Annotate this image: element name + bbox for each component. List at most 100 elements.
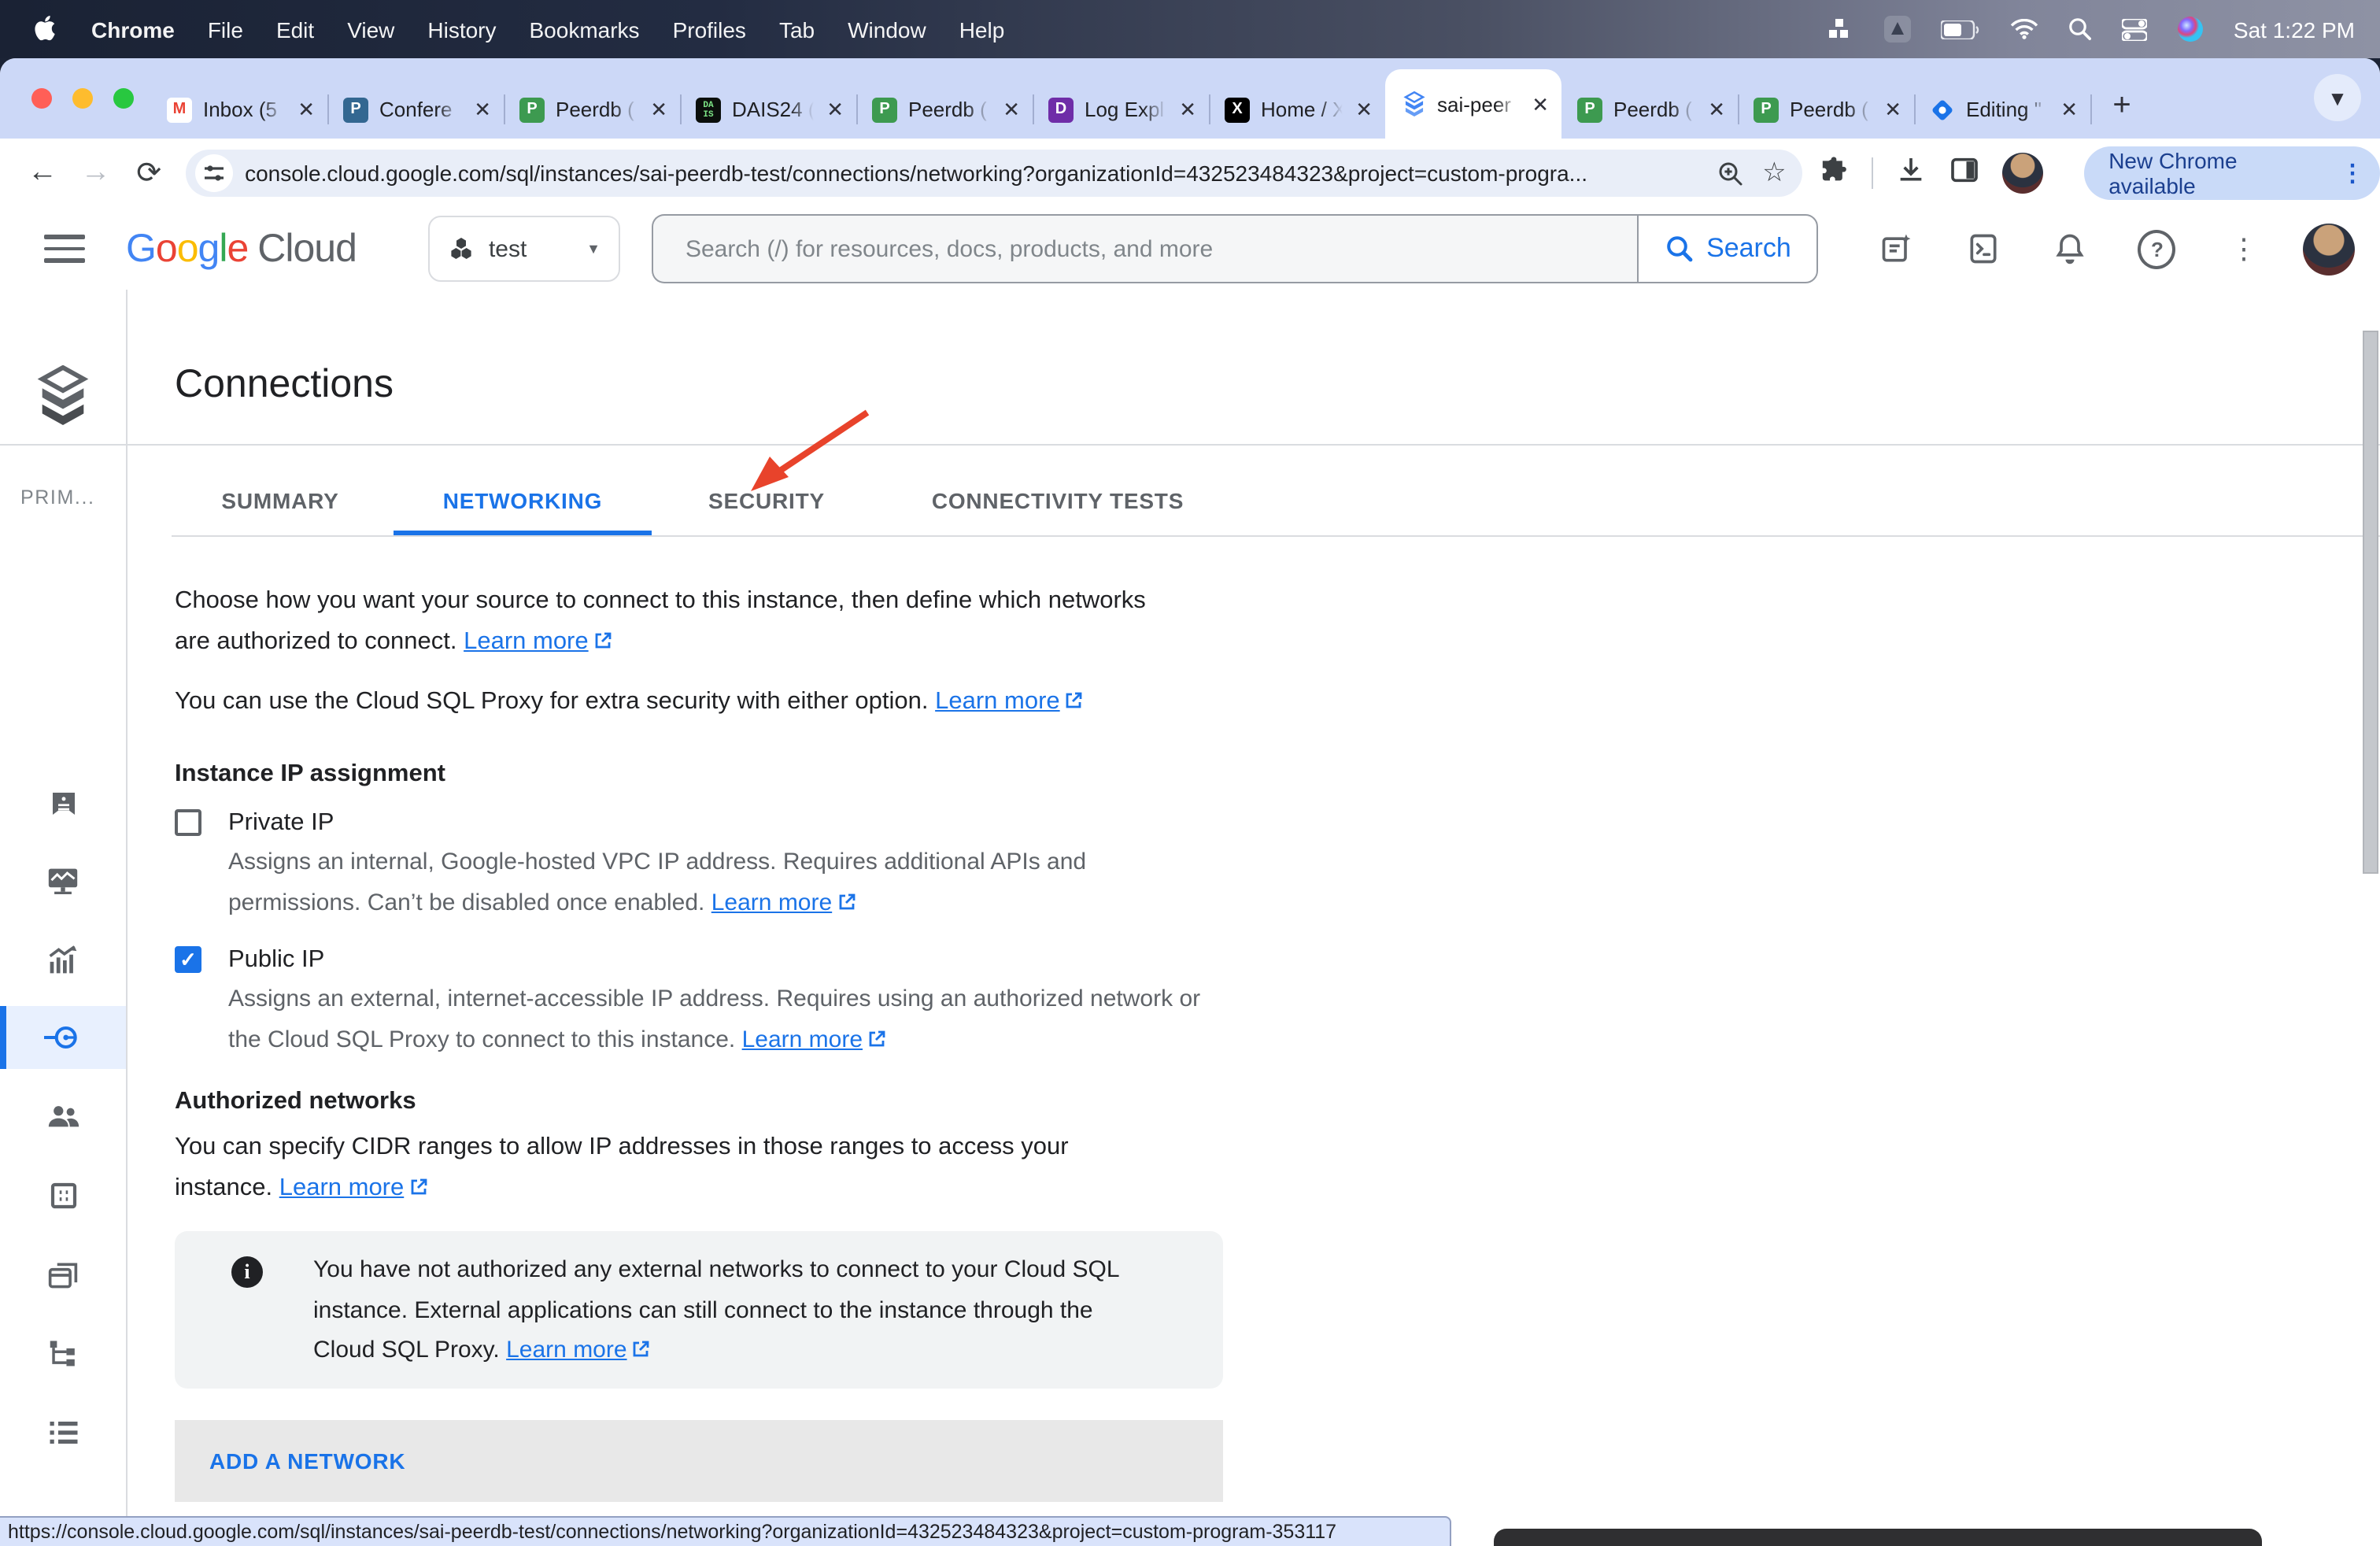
page-scrollbar-thumb[interactable] (2363, 331, 2378, 874)
close-tab-icon[interactable]: ✕ (826, 99, 844, 120)
menu-item-file[interactable]: File (208, 17, 243, 42)
tab-label: Peerdb ( (908, 98, 992, 121)
battery-icon[interactable] (1941, 15, 1980, 43)
tab-search-chevron-button[interactable]: ▼ (2314, 74, 2361, 121)
close-tab-icon[interactable]: ✕ (2060, 99, 2078, 120)
cloud-search-field[interactable] (652, 214, 1638, 283)
close-tab-icon[interactable]: ✕ (1532, 94, 1549, 114)
tab-networking[interactable]: NETWORKING (389, 469, 656, 535)
badge-status-icon[interactable] (1884, 15, 1911, 43)
menu-item-tab[interactable]: Tab (779, 17, 815, 42)
menu-item-window[interactable]: Window (848, 17, 926, 42)
side-panel-icon[interactable] (1949, 153, 1980, 193)
public-ip-checkbox[interactable] (175, 946, 201, 973)
sidebar-item-databases[interactable] (0, 1163, 126, 1226)
cloud-sql-logo-icon (35, 365, 91, 433)
cloud-search-input[interactable] (682, 234, 1624, 264)
sidebar-item-monitoring[interactable] (0, 850, 126, 913)
tab-dais24[interactable]: DA IS DAIS24 ( ✕ (680, 80, 856, 139)
url-text[interactable]: console.cloud.google.com/sql/instances/s… (245, 161, 1698, 186)
cloud-search-button[interactable]: Search (1638, 214, 1819, 283)
sidebar-item-operations[interactable] (0, 1401, 126, 1464)
hamburger-menu-icon[interactable] (44, 235, 85, 263)
sidebar-item-backups[interactable] (0, 1244, 126, 1307)
sidebar-item-connections[interactable] (0, 1006, 126, 1069)
tab-inbox[interactable]: M Inbox (5 ✕ (151, 80, 327, 139)
chrome-menu-dots-icon[interactable]: ⋮ (2341, 159, 2364, 187)
close-tab-icon[interactable]: ✕ (1708, 99, 1725, 120)
close-tab-icon[interactable]: ✕ (474, 99, 491, 120)
sidebar-item-replicas[interactable] (0, 1321, 126, 1384)
close-tab-icon[interactable]: ✕ (650, 99, 667, 120)
chrome-profile-avatar[interactable] (2002, 153, 2043, 194)
menu-item-chrome[interactable]: Chrome (91, 17, 175, 42)
tab-sai-peerdb-active[interactable]: sai-peer ✕ (1385, 69, 1561, 139)
zoom-window-button[interactable] (113, 88, 134, 109)
menu-bar-clock[interactable]: Sat 1:22 PM (2234, 17, 2355, 42)
bookmark-star-icon[interactable]: ☆ (1762, 157, 1787, 189)
account-avatar[interactable] (2304, 223, 2356, 275)
help-icon[interactable]: ? (2138, 230, 2176, 268)
no-networks-info-card: i You have not authorized any external n… (175, 1231, 1223, 1389)
release-notes-icon[interactable] (1879, 230, 1916, 268)
menu-item-profiles[interactable]: Profiles (673, 17, 746, 42)
tab-peerdb-4[interactable]: P Peerdb ( ✕ (1738, 80, 1914, 139)
new-tab-button[interactable]: + (2100, 83, 2144, 128)
menu-item-help[interactable]: Help (959, 17, 1005, 42)
learn-more-link[interactable]: Learn more (742, 1026, 886, 1053)
tab-editing[interactable]: Editing " ✕ (1914, 80, 2090, 139)
tab-summary[interactable]: SUMMARY (172, 469, 389, 535)
private-ip-checkbox[interactable] (175, 809, 201, 836)
info-icon: i (231, 1256, 263, 1288)
tab-security[interactable]: SECURITY (656, 469, 877, 535)
tab-connectivity-tests[interactable]: CONNECTIVITY TESTS (877, 469, 1239, 535)
tab-conference[interactable]: P Confere ✕ (327, 80, 504, 139)
menu-item-history[interactable]: History (427, 17, 496, 42)
tab-peerdb-3[interactable]: P Peerdb ( ✕ (1561, 80, 1738, 139)
forward-button[interactable]: → (69, 156, 123, 190)
siri-icon[interactable] (2177, 15, 2204, 43)
learn-more-link[interactable]: Learn more (506, 1337, 650, 1363)
project-selector[interactable]: test ▼ (429, 216, 621, 282)
sidebar-item-metrics[interactable] (0, 929, 126, 992)
add-network-button[interactable]: ADD A NETWORK (175, 1420, 1223, 1502)
reload-button[interactable]: ⟳ (122, 155, 176, 191)
notifications-bell-icon[interactable] (2052, 230, 2090, 268)
learn-more-link[interactable]: Learn more (711, 890, 856, 916)
extensions-icon[interactable] (1818, 153, 1850, 193)
address-bar[interactable]: console.cloud.google.com/sql/instances/s… (185, 150, 1802, 197)
spotlight-search-icon[interactable] (2068, 15, 2092, 43)
close-tab-icon[interactable]: ✕ (298, 99, 315, 120)
site-info-icon[interactable] (194, 154, 232, 192)
tab-x-home[interactable]: X Home / X ✕ (1209, 80, 1385, 139)
zoom-page-icon[interactable] (1717, 160, 1743, 187)
close-tab-icon[interactable]: ✕ (1003, 99, 1020, 120)
menu-item-edit[interactable]: Edit (276, 17, 314, 42)
more-options-icon[interactable]: ⋮ (2225, 230, 2263, 268)
close-window-button[interactable] (31, 88, 52, 109)
menu-item-view[interactable]: View (347, 17, 394, 42)
download-icon[interactable] (1895, 153, 1927, 193)
back-button[interactable]: ← (16, 156, 69, 190)
new-chrome-available-button[interactable]: New Chrome available ⋮ (2083, 146, 2380, 200)
close-tab-icon[interactable]: ✕ (1884, 99, 1901, 120)
control-center-icon[interactable] (2122, 15, 2147, 43)
minimize-window-button[interactable] (72, 88, 93, 109)
close-tab-icon[interactable]: ✕ (1355, 99, 1373, 120)
tab-log-explorer[interactable]: D Log Expl ✕ (1033, 80, 1209, 139)
screen-share-overlay-bar (1494, 1529, 2262, 1546)
wifi-icon[interactable] (2010, 15, 2038, 43)
tiles-status-icon[interactable] (1829, 15, 1854, 43)
tab-peerdb-1[interactable]: P Peerdb ( ✕ (504, 80, 680, 139)
cloud-shell-icon[interactable] (1965, 230, 2003, 268)
sidebar-item-overview[interactable] (0, 771, 126, 834)
menu-item-bookmarks[interactable]: Bookmarks (530, 17, 640, 42)
apple-icon[interactable] (35, 15, 58, 43)
learn-more-link[interactable]: Learn more (935, 688, 1084, 715)
tab-peerdb-2[interactable]: P Peerdb ( ✕ (856, 80, 1033, 139)
learn-more-link[interactable]: Learn more (279, 1174, 428, 1201)
sidebar-item-users[interactable] (0, 1085, 126, 1148)
gcloud-logo[interactable]: GoogleCloud (126, 226, 357, 272)
learn-more-link[interactable]: Learn more (464, 628, 612, 655)
close-tab-icon[interactable]: ✕ (1179, 99, 1196, 120)
